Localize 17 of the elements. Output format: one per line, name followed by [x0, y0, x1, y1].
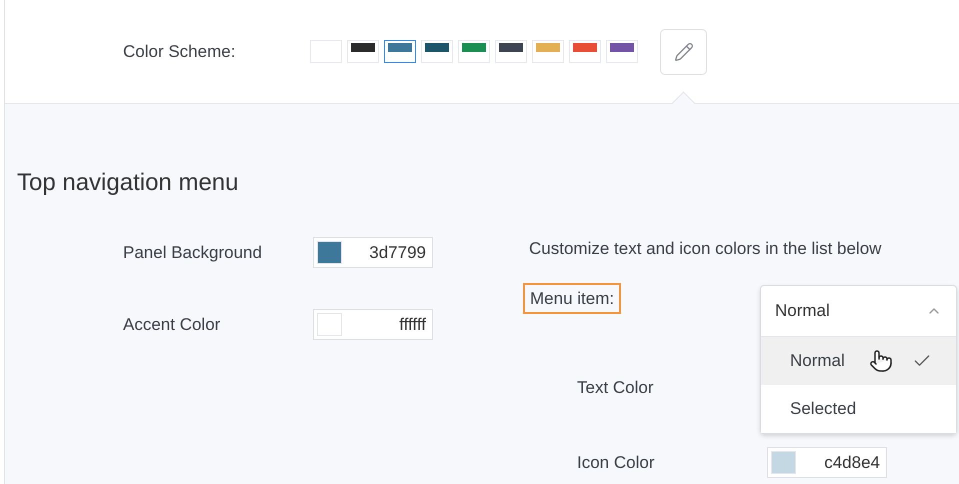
- menu-item-label: Menu item:: [523, 283, 622, 314]
- field-label: Icon Color: [577, 452, 656, 472]
- color-input-field[interactable]: c4d8e4: [767, 447, 887, 478]
- field-label: Panel Background: [123, 242, 263, 262]
- dropdown-option[interactable]: Selected: [761, 385, 956, 433]
- color-swatch[interactable]: [384, 40, 416, 63]
- dropdown-option[interactable]: Normal: [761, 337, 956, 385]
- color-input-field[interactable]: ffffff: [313, 309, 433, 340]
- section-title: Top navigation menu: [17, 168, 240, 198]
- field-label: Text Color: [577, 378, 655, 398]
- color-scheme-label: Color Scheme:: [123, 42, 236, 62]
- instruction-text: Customize text and icon colors in the list below: [529, 238, 882, 260]
- edit-button[interactable]: [660, 28, 707, 74]
- color-input-field[interactable]: 3d7799: [313, 237, 433, 268]
- field-label: Accent Color: [123, 314, 222, 334]
- hand-cursor-icon: [869, 349, 893, 373]
- pencil-icon: [674, 42, 694, 62]
